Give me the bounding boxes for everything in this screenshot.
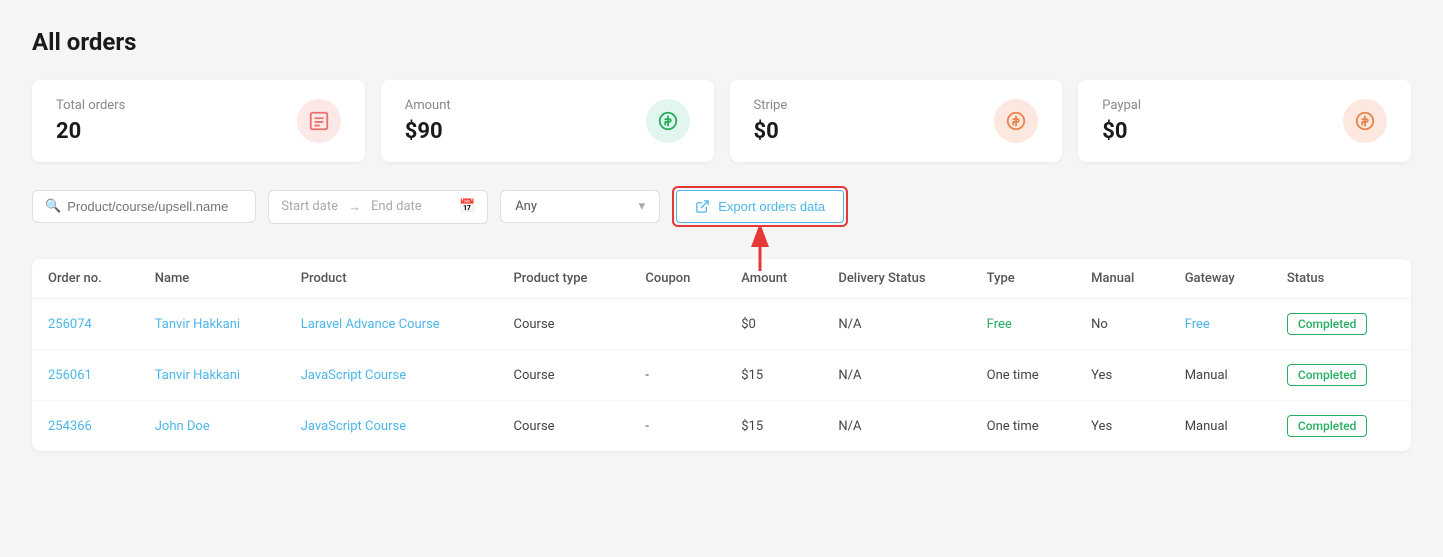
export-label: Export orders data (718, 199, 825, 214)
status-badge: Completed (1287, 313, 1368, 335)
cell-name[interactable]: Tanvir Hakkani (139, 299, 285, 350)
total-orders-icon (297, 99, 341, 143)
table-row: 256061 Tanvir Hakkani JavaScript Course … (32, 350, 1411, 401)
cell-amount: $0 (725, 299, 822, 350)
filters-row: 🔍 Start date → End date 📅 Any ▾ Export o… (32, 186, 1411, 227)
table-header-row: Order no. Name Product Product type Coup… (32, 259, 1411, 299)
calendar-icon: 📅 (459, 199, 475, 214)
col-header-product-type: Product type (498, 259, 630, 299)
start-date-text: Start date (281, 199, 338, 214)
page-title: All orders (32, 28, 1411, 56)
cell-type: One time (971, 401, 1075, 452)
stat-value-stripe: $0 (754, 119, 788, 144)
status-badge: Completed (1287, 415, 1368, 437)
cell-manual: Yes (1075, 350, 1169, 401)
table-row: 256074 Tanvir Hakkani Laravel Advance Co… (32, 299, 1411, 350)
cell-delivery-status: N/A (822, 401, 970, 452)
cell-product-type: Course (498, 350, 630, 401)
type-dropdown[interactable]: Any ▾ (500, 190, 660, 223)
stat-card-total-orders: Total orders 20 (32, 80, 365, 162)
cell-manual: No (1075, 299, 1169, 350)
cell-amount: $15 (725, 350, 822, 401)
amount-icon (646, 99, 690, 143)
cell-gateway: Free (1169, 299, 1271, 350)
cell-product[interactable]: JavaScript Course (285, 401, 498, 452)
cell-name[interactable]: Tanvir Hakkani (139, 350, 285, 401)
cell-delivery-status: N/A (822, 350, 970, 401)
export-btn-container: Export orders data (672, 186, 848, 227)
stripe-icon (994, 99, 1038, 143)
date-arrow: → (348, 199, 361, 215)
cell-type: Free (971, 299, 1075, 350)
stat-card-amount: Amount $90 (381, 80, 714, 162)
col-header-order-no: Order no. (32, 259, 139, 299)
export-orders-button[interactable]: Export orders data (676, 190, 844, 223)
cell-status: Completed (1271, 401, 1411, 452)
col-header-delivery-status: Delivery Status (822, 259, 970, 299)
chevron-down-icon: ▾ (639, 199, 646, 214)
stat-label-total-orders: Total orders (56, 98, 125, 113)
end-date-text: End date (371, 199, 422, 214)
table-row: 254366 John Doe JavaScript Course Course… (32, 401, 1411, 452)
cell-product[interactable]: JavaScript Course (285, 350, 498, 401)
stat-value-amount: $90 (405, 119, 451, 144)
col-header-amount: Amount (725, 259, 822, 299)
cell-status: Completed (1271, 350, 1411, 401)
cell-product-type: Course (498, 401, 630, 452)
cell-delivery-status: N/A (822, 299, 970, 350)
col-header-gateway: Gateway (1169, 259, 1271, 299)
cell-gateway: Manual (1169, 350, 1271, 401)
date-filter[interactable]: Start date → End date 📅 (268, 190, 488, 224)
dropdown-value: Any (515, 199, 537, 214)
cell-amount: $15 (725, 401, 822, 452)
col-header-product: Product (285, 259, 498, 299)
cell-order-no: 256074 (32, 299, 139, 350)
col-header-manual: Manual (1075, 259, 1169, 299)
cell-product[interactable]: Laravel Advance Course (285, 299, 498, 350)
col-header-coupon: Coupon (629, 259, 725, 299)
stat-value-total-orders: 20 (56, 119, 125, 144)
search-icon: 🔍 (45, 199, 61, 214)
cell-coupon: - (629, 401, 725, 452)
stat-label-paypal: Paypal (1102, 98, 1141, 113)
status-badge: Completed (1287, 364, 1368, 386)
orders-table-container: Order no. Name Product Product type Coup… (32, 259, 1411, 451)
paypal-icon (1343, 99, 1387, 143)
cell-order-no: 254366 (32, 401, 139, 452)
stat-value-paypal: $0 (1102, 119, 1141, 144)
export-icon (695, 199, 710, 214)
cell-type: One time (971, 350, 1075, 401)
col-header-type: Type (971, 259, 1075, 299)
search-input[interactable] (67, 199, 243, 214)
cell-product-type: Course (498, 299, 630, 350)
stat-card-stripe: Stripe $0 (730, 80, 1063, 162)
cell-gateway: Manual (1169, 401, 1271, 452)
col-header-status: Status (1271, 259, 1411, 299)
search-filter[interactable]: 🔍 (32, 190, 256, 223)
cell-coupon (629, 299, 725, 350)
stats-row: Total orders 20 Amount $90 Stripe (32, 80, 1411, 162)
cell-name[interactable]: John Doe (139, 401, 285, 452)
cell-manual: Yes (1075, 401, 1169, 452)
cell-status: Completed (1271, 299, 1411, 350)
cell-coupon: - (629, 350, 725, 401)
col-header-name: Name (139, 259, 285, 299)
stat-card-paypal: Paypal $0 (1078, 80, 1411, 162)
stat-label-amount: Amount (405, 98, 451, 113)
export-btn-highlight: Export orders data (672, 186, 848, 227)
cell-order-no: 256061 (32, 350, 139, 401)
stat-label-stripe: Stripe (754, 98, 788, 113)
orders-table: Order no. Name Product Product type Coup… (32, 259, 1411, 451)
